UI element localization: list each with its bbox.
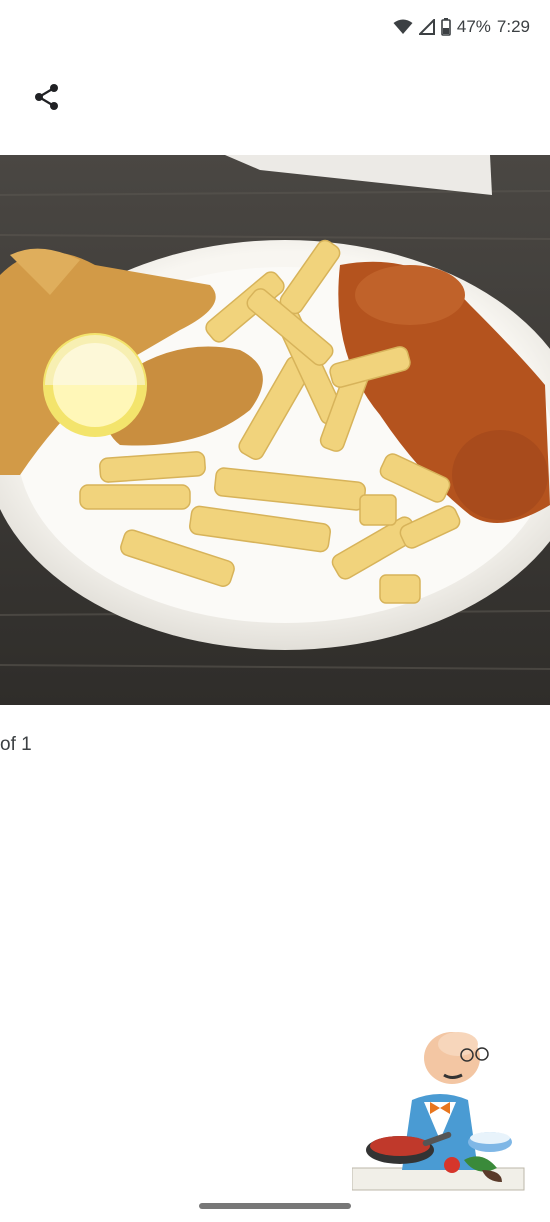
battery-icon bbox=[441, 18, 451, 36]
gesture-navigation-bar[interactable] bbox=[199, 1203, 351, 1209]
photo-counter: of 1 bbox=[0, 734, 32, 755]
wifi-icon bbox=[393, 19, 413, 35]
share-icon bbox=[34, 83, 60, 116]
food-photo[interactable] bbox=[0, 155, 550, 705]
signal-icon bbox=[418, 19, 435, 35]
status-icons: 47% 7:29 bbox=[393, 16, 530, 38]
status-bar: 47% 7:29 bbox=[0, 0, 550, 56]
battery-percent: 47% bbox=[456, 17, 491, 36]
share-button[interactable] bbox=[30, 82, 64, 116]
clock: 7:29 bbox=[496, 17, 530, 36]
chef-illustration bbox=[351, 1020, 528, 1196]
